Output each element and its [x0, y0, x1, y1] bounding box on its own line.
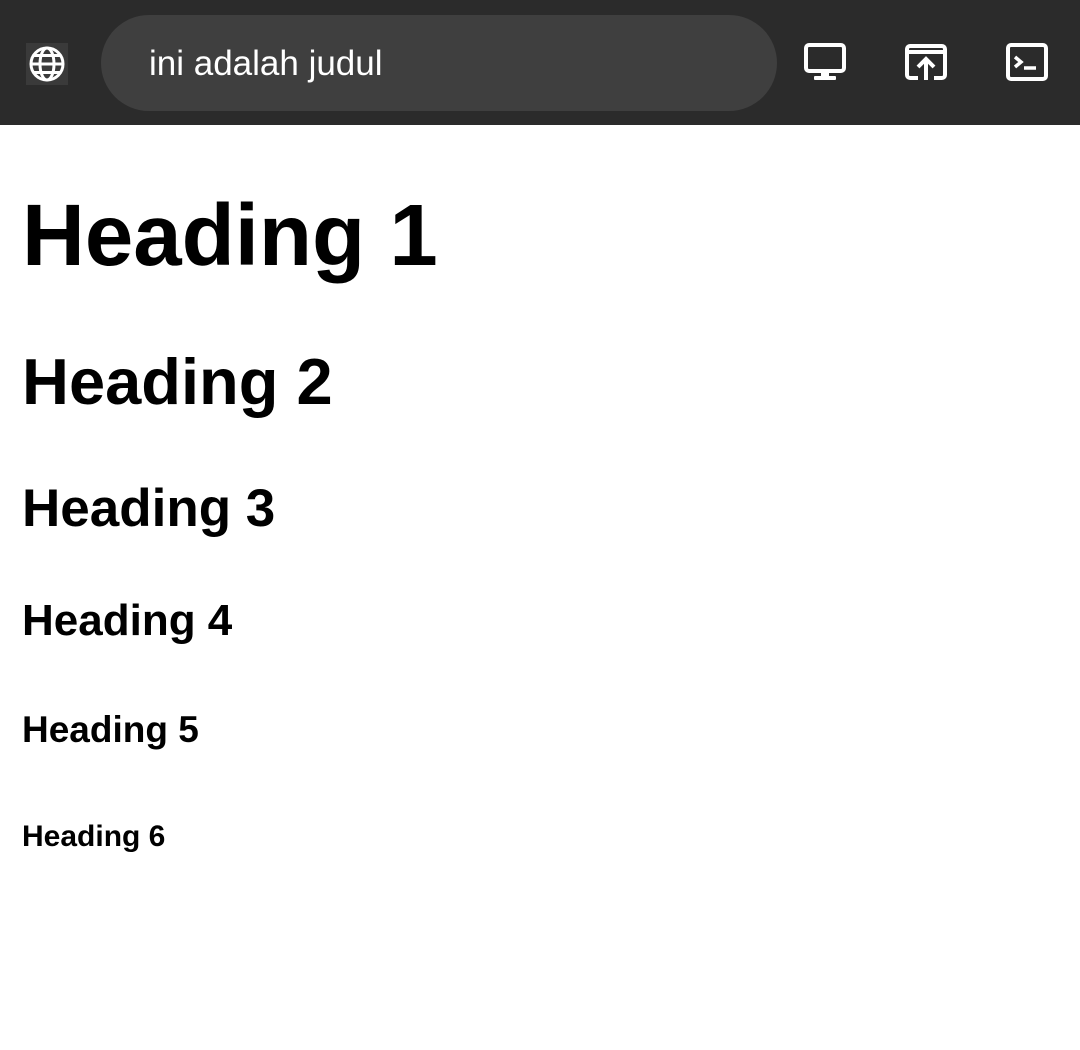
globe-icon[interactable]	[26, 43, 68, 85]
console-button[interactable]	[1005, 40, 1049, 84]
open-external-icon	[905, 44, 947, 80]
heading-5: Heading 5	[22, 709, 199, 750]
heading-2: Heading 2	[22, 345, 333, 418]
heading-3: Heading 3	[22, 479, 276, 538]
open-in-browser-button[interactable]	[904, 40, 948, 84]
monitor-icon	[804, 43, 846, 80]
top-toolbar: ini adalah judul	[0, 0, 1080, 125]
address-text: ini adalah judul	[149, 44, 383, 83]
heading-1: Heading 1	[22, 187, 438, 284]
desktop-view-button[interactable]	[803, 40, 847, 84]
heading-6: Heading 6	[22, 820, 166, 853]
heading-4: Heading 4	[22, 596, 233, 645]
address-bar[interactable]: ini adalah judul	[101, 15, 777, 111]
terminal-icon	[1006, 43, 1048, 81]
page-content: Heading 1 Heading 2 Heading 3 Heading 4 …	[0, 125, 1080, 1050]
